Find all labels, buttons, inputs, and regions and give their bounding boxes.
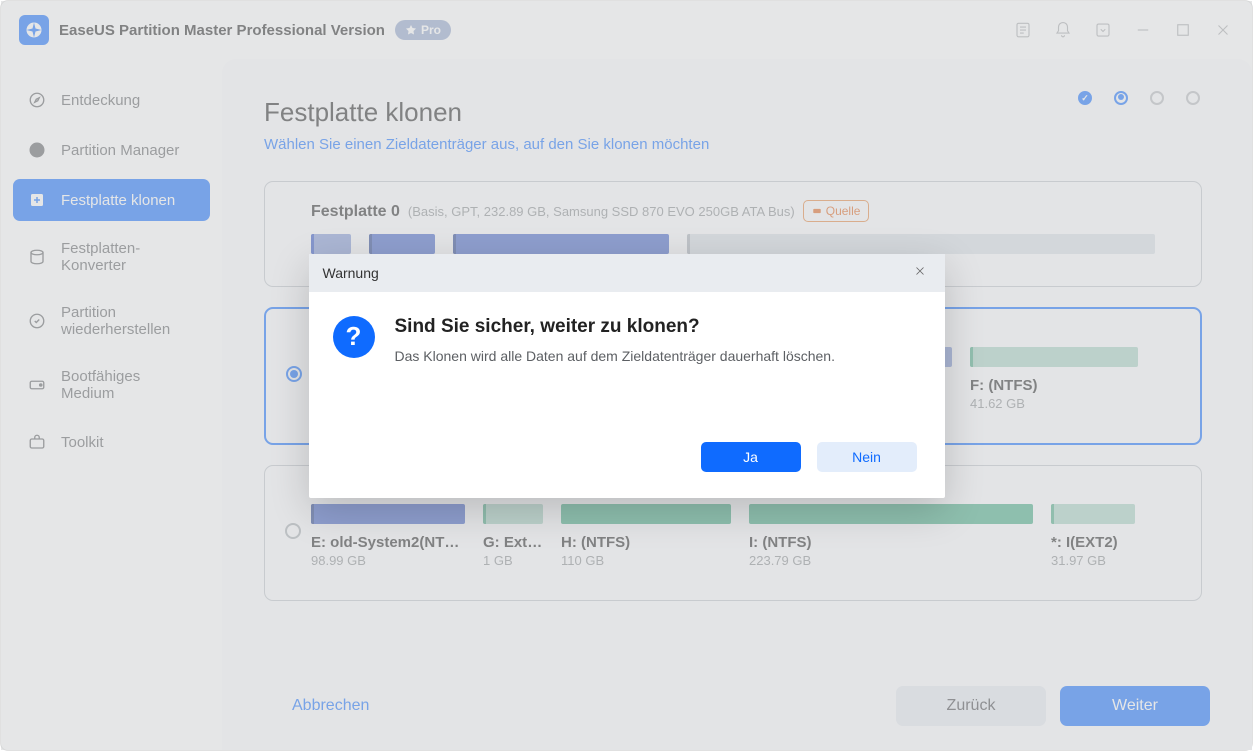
question-icon: ? — [333, 316, 375, 358]
dialog-message: Das Klonen wird alle Daten auf dem Zield… — [395, 348, 835, 364]
dialog-question: Sind Sie sicher, weiter zu klonen? — [395, 316, 835, 338]
no-button[interactable]: Nein — [817, 442, 917, 472]
dialog-close-icon[interactable] — [913, 264, 931, 282]
warning-dialog: Warnung ? Sind Sie sicher, weiter zu klo… — [309, 254, 945, 498]
yes-button[interactable]: Ja — [701, 442, 801, 472]
dialog-title: Warnung — [323, 265, 379, 281]
modal-overlay: Warnung ? Sind Sie sicher, weiter zu klo… — [1, 1, 1252, 750]
dialog-header: Warnung — [309, 254, 945, 292]
